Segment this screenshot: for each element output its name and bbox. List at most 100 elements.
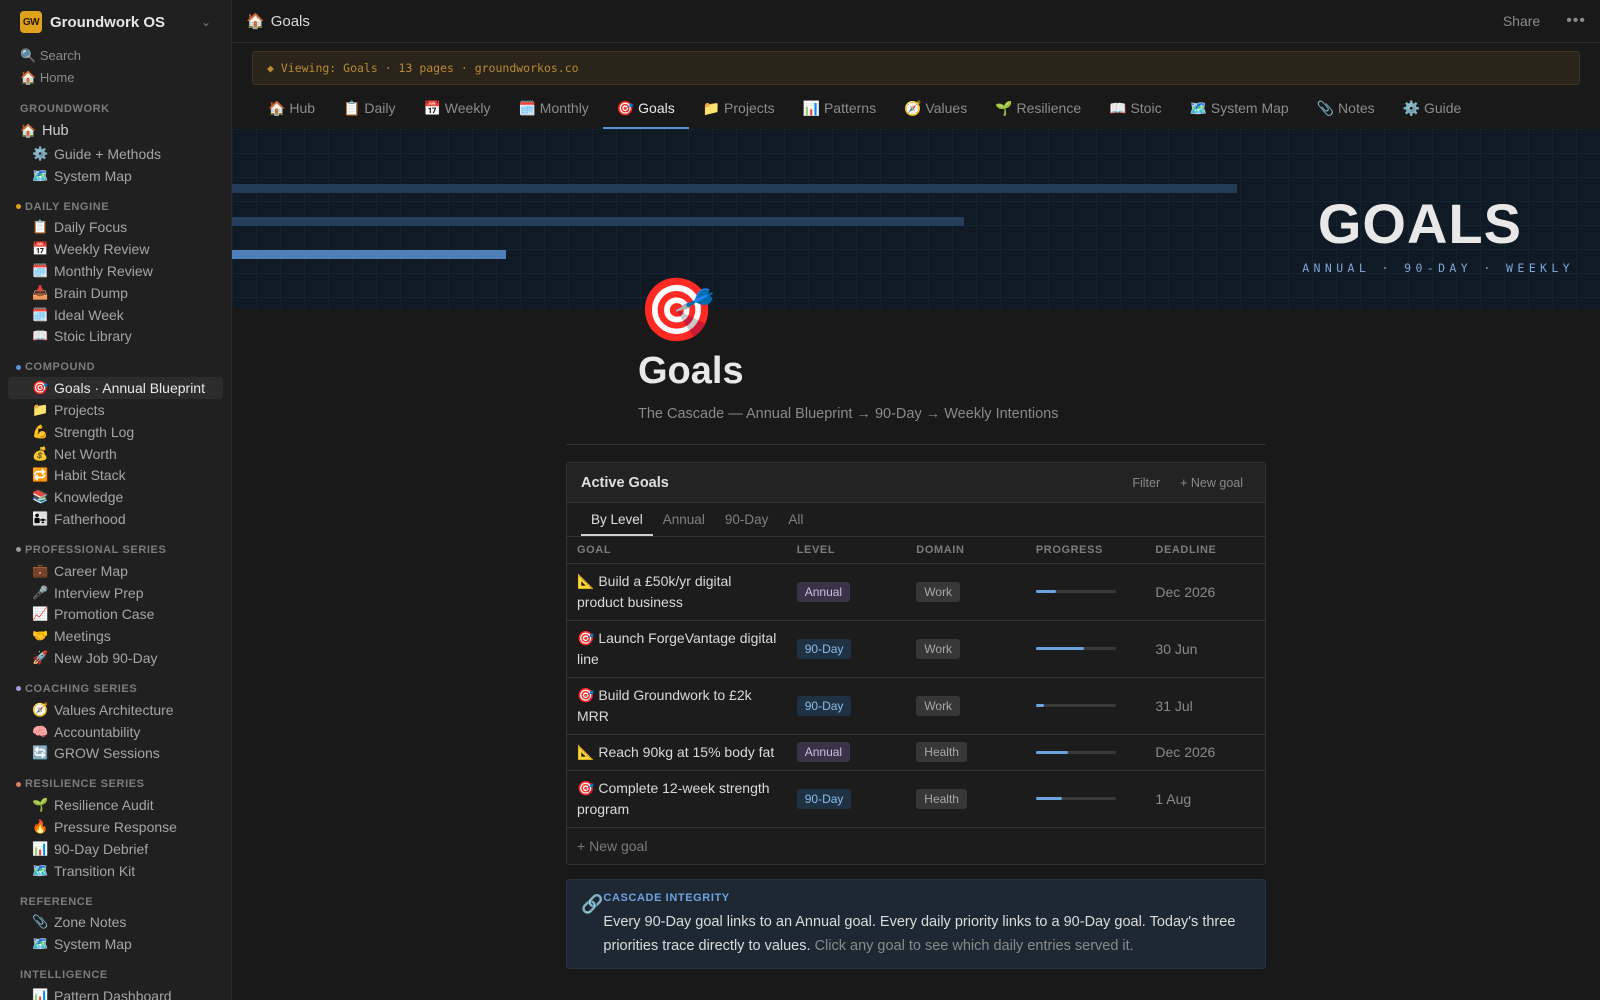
tab-weekly[interactable]: 📅 Weekly <box>409 100 504 129</box>
tab-label: Daily <box>364 100 396 116</box>
sidebar-item-brain-dump[interactable]: 📥 Brain Dump <box>8 282 223 304</box>
chevron-down-icon[interactable]: ⌄ <box>201 15 211 29</box>
sidebar-item-fatherhood[interactable]: 👨‍👧 Fatherhood <box>8 508 223 530</box>
monthly-tab-icon: 🗓️ <box>518 100 540 116</box>
sidebar-item-label: Strength Log <box>54 423 135 440</box>
sidebar-item-guide-methods[interactable]: ⚙️ Guide + Methods <box>8 143 223 165</box>
sidebar-item-goals-annual-blueprint[interactable]: 🎯 Goals · Annual Blueprint <box>8 377 223 400</box>
tab-patterns[interactable]: 📊 Patterns <box>789 100 890 129</box>
sidebar-item-daily-focus[interactable]: 📋 Daily Focus <box>8 217 223 239</box>
page-subtitle: The Cascade — Annual Blueprint → 90-Day … <box>638 406 1059 422</box>
sidebar-item-new-job-90-day[interactable]: 🚀 New Job 90-Day <box>8 647 223 669</box>
sidebar-item-meetings[interactable]: 🤝 Meetings <box>8 625 223 647</box>
tab-label: Hub <box>289 100 316 116</box>
page-icon[interactable]: 🎯 <box>638 276 715 346</box>
brain-dump-icon: 📥 <box>32 284 49 300</box>
tab-resilience[interactable]: 🌱 Resilience <box>981 100 1095 129</box>
tab-notes[interactable]: 📎 Notes <box>1303 100 1389 129</box>
new-job-90-day-icon: 🚀 <box>32 650 49 666</box>
filter-button[interactable]: Filter <box>1132 476 1160 490</box>
sidebar-item-zone-notes[interactable]: 📎 Zone Notes <box>8 912 223 934</box>
goal-cell[interactable]: 🎯 Build Groundwork to £2k MRR <box>567 677 787 735</box>
sidebar-item-promotion-case[interactable]: 📈 Promotion Case <box>8 604 223 626</box>
sidebar-item-pattern-dashboard[interactable]: 📊 Pattern Dashboard <box>8 985 223 1000</box>
sidebar-item-system-map[interactable]: 🗺️ System Map <box>8 933 223 955</box>
system-map-icon: 🗺️ <box>32 167 49 183</box>
more-options-icon[interactable]: ••• <box>1566 12 1586 30</box>
viewing-banner: ◆ Viewing: Goals · 13 pages · groundwork… <box>252 51 1580 85</box>
view-tab-annual[interactable]: Annual <box>653 512 715 536</box>
goal-cell[interactable]: 🎯 Launch ForgeVantage digital line <box>567 620 787 678</box>
sidebar-item-knowledge[interactable]: 📚 Knowledge <box>8 486 223 508</box>
breadcrumb[interactable]: 🏠 Goals <box>246 12 310 31</box>
sidebar-item-projects[interactable]: 📁 Projects <box>8 399 223 421</box>
tab-label: Projects <box>724 100 775 116</box>
sidebar-item-90-day-debrief[interactable]: 📊 90-Day Debrief <box>8 838 223 860</box>
tab-goals[interactable]: 🎯 Goals <box>602 100 689 129</box>
view-tab-all[interactable]: All <box>778 512 813 536</box>
share-button[interactable]: Share <box>1503 13 1540 29</box>
progress-fill <box>1035 590 1056 593</box>
sidebar-item-system-map[interactable]: 🗺️ System Map <box>8 165 223 187</box>
hero-bar <box>232 217 964 226</box>
sidebar-item-net-worth[interactable]: 💰 Net Worth <box>8 443 223 465</box>
level-badge: 90-Day <box>796 788 852 809</box>
new-goal-row[interactable]: + New goal <box>567 828 1265 864</box>
column-header-level[interactable]: LEVEL <box>786 537 907 564</box>
main-content: 🏠 Goals Share ••• ◆ Viewing: Goals · 13 … <box>232 0 1600 1000</box>
tab-monthly[interactable]: 🗓️ Monthly <box>504 100 602 129</box>
column-header-goal[interactable]: GOAL <box>567 537 787 564</box>
sidebar-item-accountability[interactable]: 🧠 Accountability <box>8 721 223 743</box>
sidebar-item-weekly-review[interactable]: 📅 Weekly Review <box>8 238 223 260</box>
tab-daily[interactable]: 📋 Daily <box>329 100 409 129</box>
table-row[interactable]: 🎯 Launch ForgeVantage digital line 90-Day… <box>567 620 1265 678</box>
goal-cell[interactable]: 📐 Reach 90kg at 15% body fat <box>567 734 787 771</box>
sidebar-item-transition-kit[interactable]: 🗺️ Transition Kit <box>8 860 223 882</box>
sidebar-item-ideal-week[interactable]: 🗓️ Ideal Week <box>8 304 223 326</box>
sidebar-item-resilience-audit[interactable]: 🌱 Resilience Audit <box>8 794 223 816</box>
sidebar-item-stoic-library[interactable]: 📖 Stoic Library <box>8 326 223 348</box>
daily-focus-icon: 📋 <box>32 219 49 235</box>
table-body: 📐 Build a £50k/yr digital product busine… <box>567 563 1265 828</box>
tab-projects[interactable]: 📁 Projects <box>689 100 789 129</box>
tab-stoic[interactable]: 📖 Stoic <box>1095 100 1175 129</box>
sidebar-item-monthly-review[interactable]: 🗓️ Monthly Review <box>8 260 223 282</box>
sidebar-item-grow-sessions[interactable]: 🔄 GROW Sessions <box>8 743 223 765</box>
workspace-switcher[interactable]: GW Groundwork OS ⌄ <box>8 0 223 44</box>
quick-link-search[interactable]: 🔍 Search <box>8 45 223 67</box>
view-tab-by-level[interactable]: By Level <box>581 512 653 536</box>
level-cell: Annual <box>786 563 907 621</box>
tab-system-map[interactable]: 🗺️ System Map <box>1176 100 1303 129</box>
table-row[interactable]: 🎯 Complete 12-week strength program 90-Da… <box>567 770 1265 828</box>
sidebar-item-habit-stack[interactable]: 🔁 Habit Stack <box>8 465 223 487</box>
tab-guide[interactable]: ⚙️ Guide <box>1389 100 1476 129</box>
sidebar-item-interview-prep[interactable]: 🎤 Interview Prep <box>8 582 223 604</box>
quick-link-home[interactable]: 🏠 Home <box>8 67 223 89</box>
sidebar-item-career-map[interactable]: 💼 Career Map <box>8 560 223 582</box>
notes-tab-icon: 📎 <box>1316 100 1339 116</box>
table-row[interactable]: 📐 Build a £50k/yr digital product busine… <box>567 563 1265 621</box>
zone-notes-icon: 📎 <box>32 914 49 930</box>
sidebar-item-hub[interactable]: 🏠 Hub <box>8 119 223 143</box>
sidebar-item-strength-log[interactable]: 💪 Strength Log <box>8 421 223 443</box>
goal-icon: 🎯 <box>577 686 599 703</box>
view-tab-90-day[interactable]: 90-Day <box>715 512 779 536</box>
table-row[interactable]: 🎯 Build Groundwork to £2k MRR 90-Day Work 3… <box>567 677 1265 735</box>
sidebar-item-pressure-response[interactable]: 🔥 Pressure Response <box>8 816 223 838</box>
tab-hub[interactable]: 🏠 Hub <box>254 100 329 129</box>
column-header-deadline[interactable]: DEADLINE <box>1145 537 1265 564</box>
sidebar-item-values-architecture[interactable]: 🧭 Values Architecture <box>8 699 223 721</box>
tab-values[interactable]: 🧭 Values <box>890 100 981 129</box>
goal-cell[interactable]: 📐 Build a £50k/yr digital product busine… <box>567 563 787 621</box>
progress-fill <box>1035 797 1063 800</box>
progress-fill <box>1035 647 1084 650</box>
goal-cell[interactable]: 🎯 Complete 12-week strength program <box>567 770 787 828</box>
section-title: COMPOUND <box>25 361 96 374</box>
sidebar-item-label: Values Architecture <box>54 701 174 718</box>
column-header-progress[interactable]: PROGRESS <box>1025 537 1146 564</box>
table-row[interactable]: 📐 Reach 90kg at 15% body fat Annual Health… <box>567 734 1265 771</box>
sidebar-item-label: Guide + Methods <box>54 145 162 162</box>
new-goal-button[interactable]: + New goal <box>1180 476 1243 490</box>
column-header-domain[interactable]: DOMAIN <box>906 537 1026 564</box>
page-title[interactable]: Goals <box>638 350 744 393</box>
